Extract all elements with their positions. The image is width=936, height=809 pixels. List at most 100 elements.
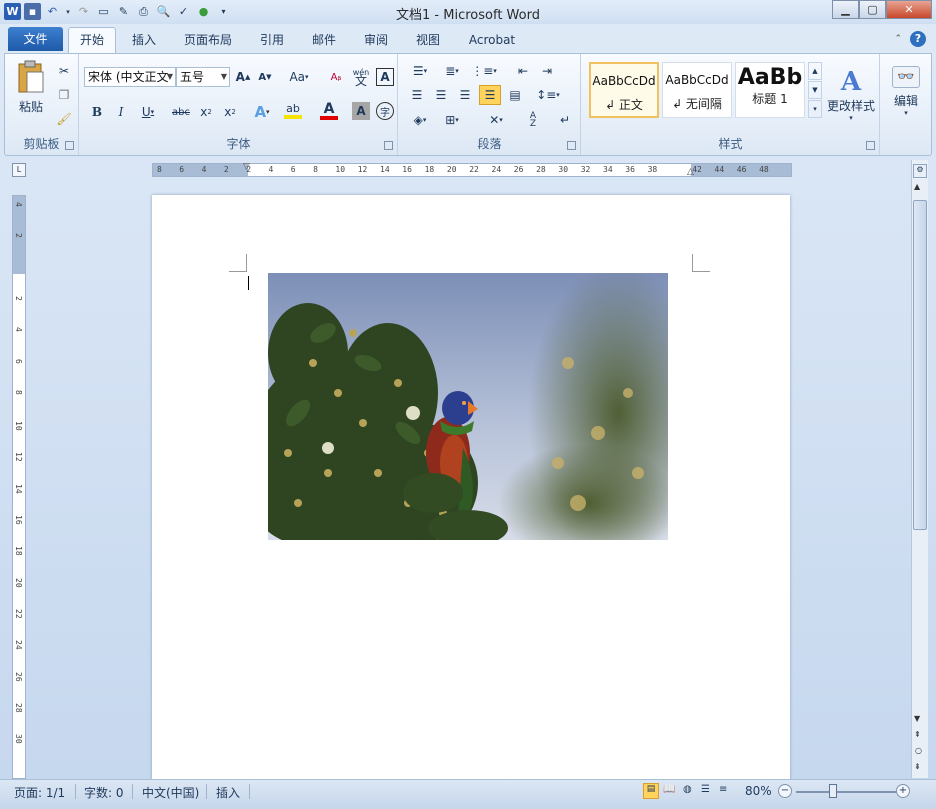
minimize-button[interactable]: ▁ bbox=[832, 0, 859, 19]
underline-icon[interactable]: U ▾ bbox=[136, 102, 160, 122]
zoom-out-button[interactable]: − bbox=[778, 784, 792, 798]
group-paragraph: ☰ ▾ ≣ ▾ ⋮≡ ▾ ⇤ ⇥ ☰ ☰ ☰ ☰ ▤ ↕≡ ▾ ◈ ▾ ⊞ ▾ ✕ ▾ AZ … bbox=[399, 54, 581, 155]
ruler-tick-label: 34 bbox=[603, 165, 613, 174]
style-no-spacing[interactable]: AaBbCcDd ↲ 无间隔 bbox=[662, 62, 732, 118]
view-web-layout-icon[interactable]: ◍ bbox=[683, 784, 692, 795]
close-button[interactable]: ✕ bbox=[886, 0, 932, 19]
styles-more-icon[interactable]: ▾ bbox=[808, 100, 822, 118]
maximize-button[interactable]: ▢ bbox=[859, 0, 886, 19]
tab-mailings[interactable]: 邮件 bbox=[304, 29, 344, 51]
browse-object-icon[interactable]: ○ bbox=[915, 746, 922, 755]
strikethrough-icon[interactable]: abc bbox=[170, 102, 192, 122]
style-heading-1-sample: AaBb bbox=[737, 65, 803, 90]
justify-icon[interactable]: ☰ bbox=[479, 85, 501, 105]
font-size-combo[interactable]: 五号 ▼ bbox=[176, 67, 230, 87]
tab-acrobat[interactable]: Acrobat bbox=[462, 29, 522, 51]
first-line-indent-marker[interactable]: ▽ bbox=[243, 162, 250, 172]
style-heading-1[interactable]: AaBb 标题 1 bbox=[735, 62, 805, 118]
view-full-screen-reading-icon[interactable]: 📖 bbox=[663, 784, 675, 795]
help-icon[interactable]: ? bbox=[910, 31, 926, 47]
status-page[interactable]: 页面: 1/1 bbox=[14, 784, 65, 801]
shrink-font-icon[interactable]: A ▼ bbox=[256, 68, 274, 86]
next-page-icon[interactable]: ⇟ bbox=[914, 762, 921, 771]
sort-icon[interactable]: AZ bbox=[523, 110, 543, 130]
zoom-in-button[interactable]: + bbox=[896, 784, 910, 798]
change-case-icon[interactable]: Aa ▾ bbox=[286, 68, 312, 86]
copy-icon[interactable]: ❐ bbox=[55, 86, 73, 104]
status-word-count[interactable]: 字数: 0 bbox=[84, 784, 124, 801]
vertical-ruler[interactable]: 4 2 2 4 6 8 10 12 14 16 18 20 22 24 26 28 30 bbox=[12, 195, 26, 779]
align-right-icon[interactable]: ☰ bbox=[455, 86, 475, 104]
window-controls: ▁ ▢ ✕ bbox=[832, 0, 932, 19]
borders-icon[interactable]: ⊞ ▾ bbox=[439, 110, 465, 130]
phonetic-guide-icon[interactable]: wén 文 bbox=[350, 66, 372, 88]
view-ruler-toggle-icon[interactable]: ⚙ bbox=[913, 164, 927, 178]
subscript-icon[interactable]: x2 bbox=[196, 102, 216, 122]
increase-indent-icon[interactable]: ⇥ bbox=[537, 62, 557, 80]
clipboard-launcher-icon[interactable] bbox=[65, 141, 74, 150]
ribbon-collapse-icon[interactable]: ⌃ bbox=[894, 34, 902, 44]
clear-format-icon[interactable]: Aᵦ bbox=[326, 68, 346, 86]
tab-review[interactable]: 审阅 bbox=[356, 29, 396, 51]
cut-icon[interactable]: ✂ bbox=[55, 62, 73, 80]
style-normal-name: ↲ 正文 bbox=[605, 98, 643, 112]
scroll-down-arrow-icon[interactable]: ▼ bbox=[914, 714, 920, 723]
line-spacing-icon[interactable]: ↕≡ ▾ bbox=[535, 86, 561, 104]
styles-launcher-icon[interactable] bbox=[866, 141, 875, 150]
font-launcher-icon[interactable] bbox=[384, 141, 393, 150]
align-center-icon[interactable]: ☰ bbox=[431, 86, 451, 104]
styles-scroll-down-icon[interactable]: ▼ bbox=[808, 81, 822, 99]
styles-scroll-up-icon[interactable]: ▲ bbox=[808, 62, 822, 80]
ruler-tick-label: 20 bbox=[446, 165, 457, 174]
editing-button[interactable]: 👓 编辑 ▾ bbox=[885, 58, 927, 124]
multilevel-list-icon[interactable]: ⋮≡ ▾ bbox=[471, 62, 497, 80]
inserted-picture-parrot[interactable] bbox=[268, 273, 668, 540]
previous-page-icon[interactable]: ⇞ bbox=[914, 730, 921, 739]
character-shading-icon[interactable]: A bbox=[352, 102, 370, 120]
character-border-icon[interactable]: A bbox=[376, 68, 394, 86]
style-normal[interactable]: AaBbCcDd ↲ 正文 bbox=[589, 62, 659, 118]
bold-icon[interactable]: B bbox=[88, 102, 106, 122]
chinese-layout-icon[interactable]: ✕ ▾ bbox=[483, 110, 509, 130]
scrollbar-thumb[interactable] bbox=[913, 200, 927, 530]
horizontal-ruler[interactable]: 8 6 4 2 2 4 6 8 10 12 14 16 18 20 22 24 26 28 30 32 34 36 38 42… bbox=[152, 162, 792, 177]
align-left-icon[interactable]: ☰ bbox=[407, 86, 427, 104]
paste-button[interactable]: 粘贴 bbox=[11, 58, 51, 116]
tab-insert[interactable]: 插入 bbox=[124, 29, 164, 51]
numbering-icon[interactable]: ≣ ▾ bbox=[439, 62, 465, 80]
tab-view[interactable]: 视图 bbox=[408, 29, 448, 51]
right-indent-marker[interactable]: △ bbox=[687, 167, 694, 177]
status-insert-mode[interactable]: 插入 bbox=[216, 784, 240, 801]
format-painter-icon[interactable]: 🖌 bbox=[55, 110, 73, 128]
bullets-icon[interactable]: ☰ ▾ bbox=[407, 62, 433, 80]
tab-file[interactable]: 文件 bbox=[8, 27, 63, 51]
show-marks-icon[interactable]: ↵ bbox=[555, 110, 575, 130]
zoom-slider[interactable] bbox=[796, 791, 896, 793]
text-effects-icon[interactable]: A ▾ bbox=[250, 102, 274, 122]
paragraph-launcher-icon[interactable] bbox=[567, 141, 576, 150]
status-language[interactable]: 中文(中国) bbox=[142, 784, 199, 801]
tab-home[interactable]: 开始 bbox=[68, 27, 116, 53]
decrease-indent-icon[interactable]: ⇤ bbox=[513, 62, 533, 80]
tab-page-layout[interactable]: 页面布局 bbox=[177, 29, 239, 51]
view-print-layout-icon[interactable]: ▤ bbox=[643, 783, 659, 799]
enclose-characters-icon[interactable]: 字 bbox=[376, 102, 394, 120]
view-draft-icon[interactable]: ≡ bbox=[719, 784, 727, 795]
font-name-combo[interactable]: 宋体 (中文正文 ▼ bbox=[84, 67, 176, 87]
tab-selector-button[interactable]: L bbox=[12, 163, 26, 177]
zoom-level[interactable]: 80% bbox=[745, 784, 772, 798]
shading-icon[interactable]: ◈ ▾ bbox=[407, 110, 433, 130]
view-outline-icon[interactable]: ☰ bbox=[701, 784, 710, 795]
font-color-icon[interactable]: A bbox=[316, 100, 342, 122]
change-styles-button[interactable]: A 更改样式 ▾ bbox=[824, 58, 878, 130]
distributed-icon[interactable]: ▤ bbox=[505, 86, 525, 104]
superscript-icon[interactable]: x2 bbox=[220, 102, 240, 122]
tab-references[interactable]: 引用 bbox=[252, 29, 292, 51]
zoom-slider-thumb[interactable] bbox=[829, 784, 837, 798]
scroll-up-arrow-icon[interactable]: ▲ bbox=[914, 182, 920, 191]
grow-font-icon[interactable]: A ▲ bbox=[234, 68, 252, 86]
highlight-icon[interactable]: ab bbox=[280, 100, 306, 122]
ruler-tick-label: 6 bbox=[179, 165, 185, 174]
italic-icon[interactable]: I bbox=[112, 102, 130, 122]
vertical-scrollbar[interactable]: ⚙ ▲ ▼ ⇞ ○ ⇟ bbox=[911, 160, 928, 778]
